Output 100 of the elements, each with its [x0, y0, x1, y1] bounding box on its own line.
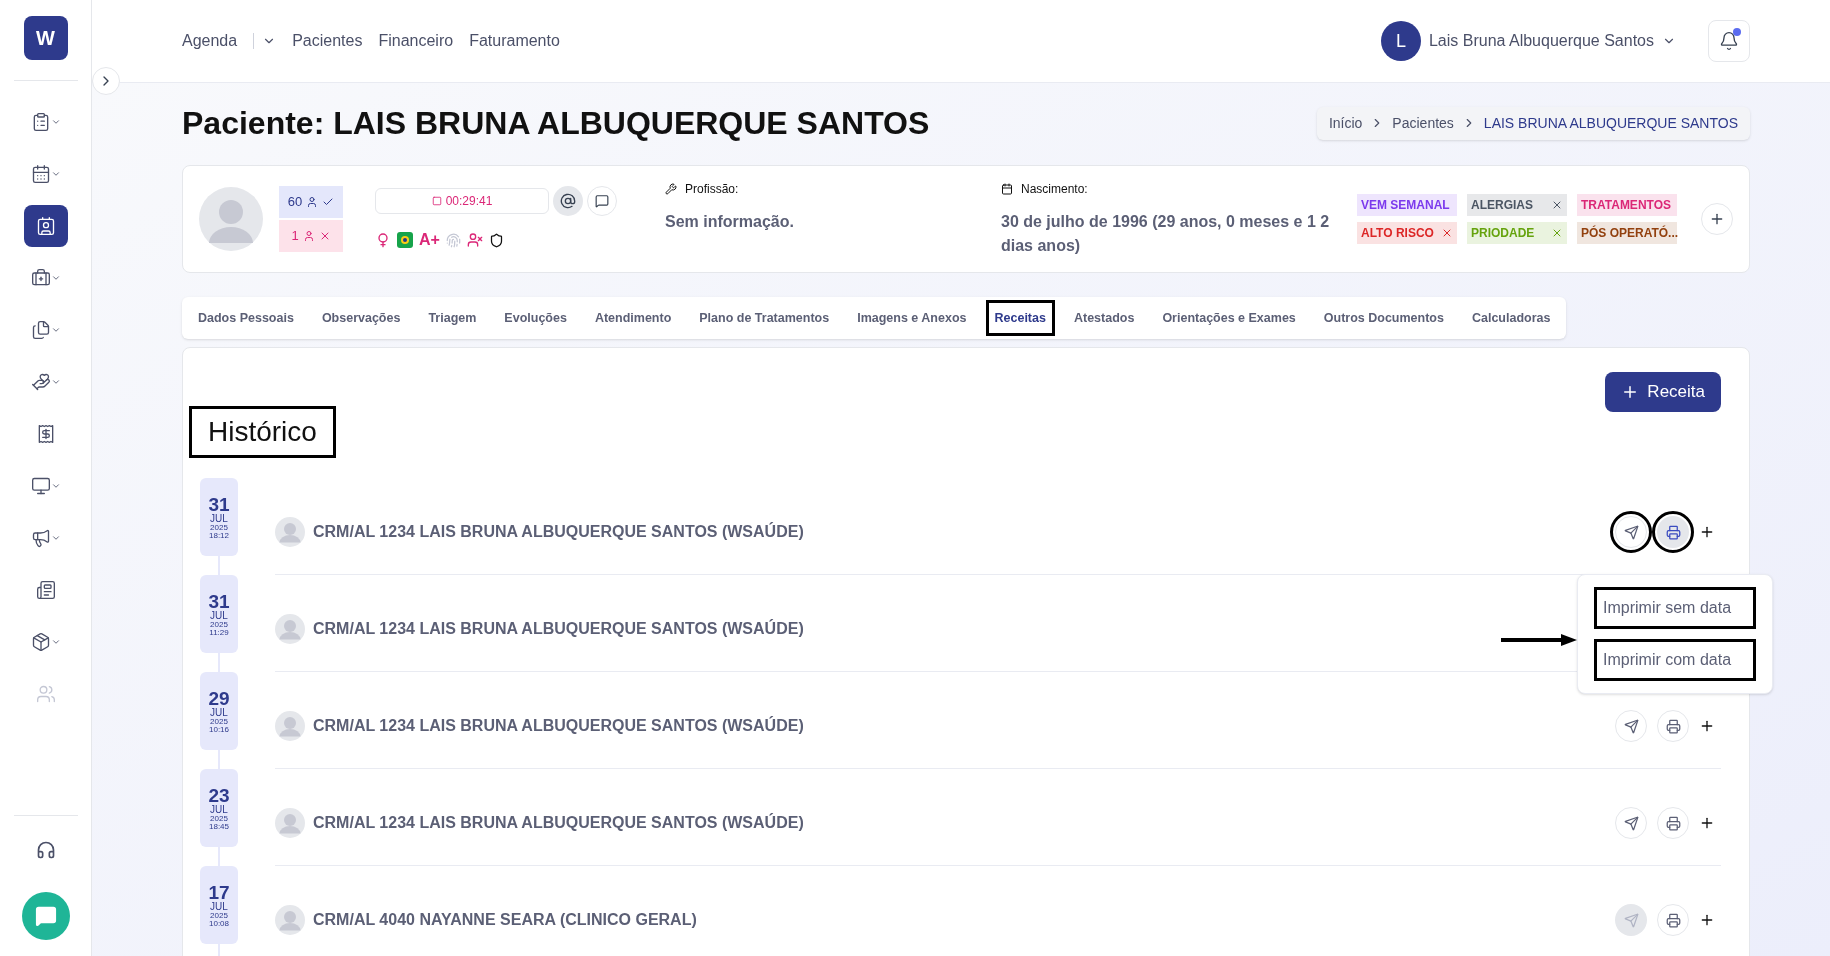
person-alert-icon	[466, 232, 483, 248]
calendar-icon	[1001, 183, 1013, 195]
user-avatar: L	[1380, 21, 1421, 61]
patient-tag: VEM SEMANAL	[1357, 194, 1457, 216]
tab[interactable]: Outros Documentos	[1323, 308, 1444, 328]
session-timer: 00:29:41	[375, 188, 549, 214]
chevron-down-icon	[50, 117, 61, 127]
user-name: Lais Bruna Albuquerque Santos	[1428, 31, 1654, 51]
remove-tag-icon[interactable]	[1551, 227, 1563, 239]
prescriber-name: CRM/AL 1234 LAIS BRUNA ALBUQUERQUE SANTOS (WSAÚDE)	[313, 618, 804, 639]
medical-kit-icon	[30, 268, 51, 288]
remove-tag-icon[interactable]	[1441, 227, 1453, 239]
tab[interactable]: Calculadoras	[1471, 308, 1551, 328]
email-button[interactable]	[553, 186, 583, 216]
patient-avatar	[199, 187, 263, 251]
prescriber-name: CRM/AL 1234 LAIS BRUNA ALBUQUERQUE SANTOS (WSAÚDE)	[313, 715, 804, 736]
avatar-icon	[275, 517, 305, 547]
birth-value: 30 de julho de 1996 (29 anos, 0 meses e 1 2 dias anos)	[1001, 212, 1331, 256]
hand-heart-icon	[30, 372, 51, 392]
date-badge: 31 JUL 2025 18:12	[200, 478, 238, 556]
check-icon	[322, 196, 335, 208]
date-badge: 23 JUL 2025 18:45	[200, 769, 238, 847]
patient-tag: ALTO RISCO	[1357, 222, 1457, 244]
breadcrumb-link[interactable]: LAIS BRUNA ALBUQUERQUE SANTOS	[1483, 112, 1738, 134]
printer-icon	[1665, 815, 1681, 831]
remove-tag-icon[interactable]	[1551, 199, 1563, 211]
menu-item[interactable]: Imprimir sem data	[1594, 587, 1756, 629]
wrench-icon	[665, 183, 677, 195]
newspaper-icon	[35, 580, 56, 600]
printer-icon	[1665, 524, 1681, 540]
patient-tag: ALERGIAS	[1467, 194, 1567, 216]
plus-icon[interactable]	[1699, 718, 1715, 734]
chat-icon	[34, 905, 57, 927]
chevron-down-icon	[50, 533, 61, 543]
tab[interactable]: Imagens e Anexos	[857, 308, 967, 328]
tab[interactable]: Atestados	[1073, 308, 1135, 328]
blood-type: A+	[419, 230, 440, 250]
sidebar-item[interactable]	[23, 205, 68, 247]
prescriber-name: CRM/AL 4040 NAYANNE SEARA (CLINICO GERAL)	[313, 910, 697, 930]
tab[interactable]: Receitas	[985, 299, 1055, 337]
tab[interactable]: Plano de Tratamentos	[699, 308, 830, 328]
attendance-count: 1	[279, 220, 343, 252]
chevron-down-icon	[50, 273, 61, 283]
notifications-button[interactable]	[1708, 20, 1750, 62]
new-prescription-button[interactable]: Receita	[1605, 372, 1721, 412]
date-badge: 17 JUL 2025 10:08	[200, 866, 238, 944]
user-menu[interactable]: L Lais Bruna Albuquerque Santos	[1380, 21, 1676, 61]
attendance-count: 60	[279, 186, 343, 218]
nav-link[interactable]: Financeiro	[378, 29, 454, 53]
send-icon	[1623, 524, 1639, 540]
at-sign-icon	[560, 193, 576, 209]
tab[interactable]: Atendimento	[594, 308, 672, 328]
field-label: Profissão:	[685, 181, 739, 198]
patient-tag: TRATAMENTOS	[1577, 194, 1677, 216]
chevron-down-icon	[50, 169, 61, 179]
profession-value: Sem informação.	[665, 212, 795, 232]
support-icon[interactable]	[35, 840, 56, 860]
date-badge: 29 JUL 2025 10:16	[200, 672, 238, 750]
send-icon	[1623, 718, 1639, 734]
chat-button[interactable]	[21, 892, 70, 940]
tab[interactable]: Observações	[321, 308, 401, 328]
chevron-down-icon	[50, 637, 61, 647]
avatar-icon	[275, 808, 305, 838]
avatar-icon	[275, 614, 305, 644]
plus-icon[interactable]	[1699, 815, 1715, 831]
nav-link[interactable]: Faturamento	[469, 29, 560, 53]
megaphone-icon	[30, 528, 51, 548]
files-icon	[30, 320, 51, 340]
tab[interactable]: Evoluções	[504, 308, 567, 328]
contact-card-icon	[35, 216, 56, 236]
app-logo[interactable]: W	[23, 16, 68, 60]
avatar-icon	[275, 905, 305, 935]
bell-icon	[1719, 31, 1739, 51]
menu-item[interactable]: Imprimir com data	[1594, 639, 1756, 681]
breadcrumb-link[interactable]: Início	[1328, 112, 1363, 134]
fingerprint-icon	[445, 232, 461, 248]
printer-icon	[1665, 912, 1681, 928]
nav-link[interactable]: Agenda	[182, 29, 238, 53]
person-icon	[302, 230, 315, 242]
nav-link[interactable]: Pacientes	[292, 29, 363, 53]
chevron-down-icon	[50, 377, 61, 387]
plus-icon[interactable]	[1699, 912, 1715, 928]
chevron-down-icon	[50, 481, 61, 491]
breadcrumb-link[interactable]: Pacientes	[1392, 112, 1454, 134]
female-icon	[375, 232, 391, 248]
chat-bubble-icon	[595, 194, 609, 208]
plus-icon[interactable]	[1699, 524, 1715, 540]
section-title: Histórico	[189, 406, 336, 458]
plus-icon	[1709, 211, 1725, 227]
tab[interactable]: Orientações e Exames	[1162, 308, 1296, 328]
shield-icon	[488, 232, 504, 248]
patient-tag: PRIODADE	[1467, 222, 1567, 244]
send-icon	[1623, 815, 1639, 831]
page-title: Paciente: LAIS BRUNA ALBUQUERQUE SANTOS	[182, 104, 930, 143]
patient-tag: PÓS OPERATÓ...	[1577, 222, 1677, 244]
chevron-down-icon	[50, 325, 61, 335]
tab[interactable]: Triagem	[428, 308, 477, 328]
stop-icon	[431, 196, 442, 206]
tab[interactable]: Dados Pessoais	[198, 308, 294, 328]
package-icon	[30, 632, 51, 652]
